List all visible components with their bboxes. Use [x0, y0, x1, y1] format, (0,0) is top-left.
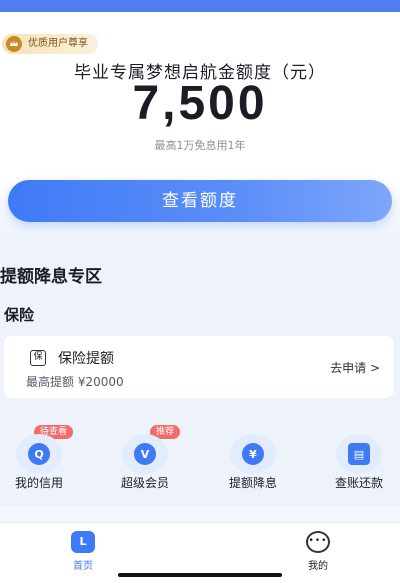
- tab-home[interactable]: L 首页: [53, 531, 113, 572]
- credit-amount: 7,500: [132, 77, 268, 130]
- insurance-card[interactable]: 保 保险提额 最高提额 ¥20000 去申请 >: [4, 336, 394, 398]
- vip-badge: 优质用户尊享: [2, 34, 98, 54]
- action-circle: V: [122, 434, 168, 474]
- tab-mine[interactable]: ••• 我的: [288, 531, 348, 572]
- section-title: 提额降息专区: [0, 267, 102, 287]
- tab-label: 首页: [73, 561, 93, 572]
- quick-actions: 待查看 Q 我的信用 推荐 V 超级会员 ¥ 提额降息 ▤ 查账还款: [0, 418, 400, 504]
- action-raise-limit[interactable]: ¥ 提额降息: [208, 418, 298, 504]
- action-label: 提额降息: [228, 476, 277, 490]
- action-circle: ▤: [336, 434, 382, 474]
- action-label: 我的信用: [14, 476, 63, 490]
- tab-label: 我的: [308, 561, 328, 572]
- action-super-member[interactable]: 推荐 V 超级会员: [100, 418, 190, 504]
- insurance-card-sub: 最高提额 ¥20000: [26, 375, 124, 389]
- crown-icon: V: [134, 443, 156, 465]
- insurance-card-title: 保险提额: [58, 351, 114, 367]
- insurance-icon: 保: [30, 350, 46, 366]
- status-bar: [0, 0, 400, 12]
- crown-icon: [6, 36, 22, 52]
- yen-icon: ¥: [242, 443, 264, 465]
- calendar-icon: ▤: [348, 443, 370, 465]
- action-bills[interactable]: ▤ 查账还款: [314, 418, 400, 504]
- chat-icon: •••: [306, 531, 330, 553]
- action-circle: ¥: [230, 434, 276, 474]
- vip-badge-label: 优质用户尊享: [28, 38, 88, 49]
- home-icon: L: [71, 531, 95, 553]
- action-circle: Q: [16, 434, 62, 474]
- action-label: 查账还款: [334, 476, 383, 490]
- view-credit-button[interactable]: 查看额度: [8, 180, 392, 222]
- apply-link[interactable]: 去申请 >: [330, 359, 380, 376]
- home-indicator: [118, 573, 282, 577]
- magnifier-icon: Q: [28, 443, 50, 465]
- action-label: 超级会员: [120, 476, 169, 490]
- credit-subtitle: 最高1万免息用1年: [154, 139, 246, 152]
- section-subtitle: 保险: [4, 306, 35, 324]
- action-my-credit[interactable]: 待查看 Q 我的信用: [0, 418, 84, 504]
